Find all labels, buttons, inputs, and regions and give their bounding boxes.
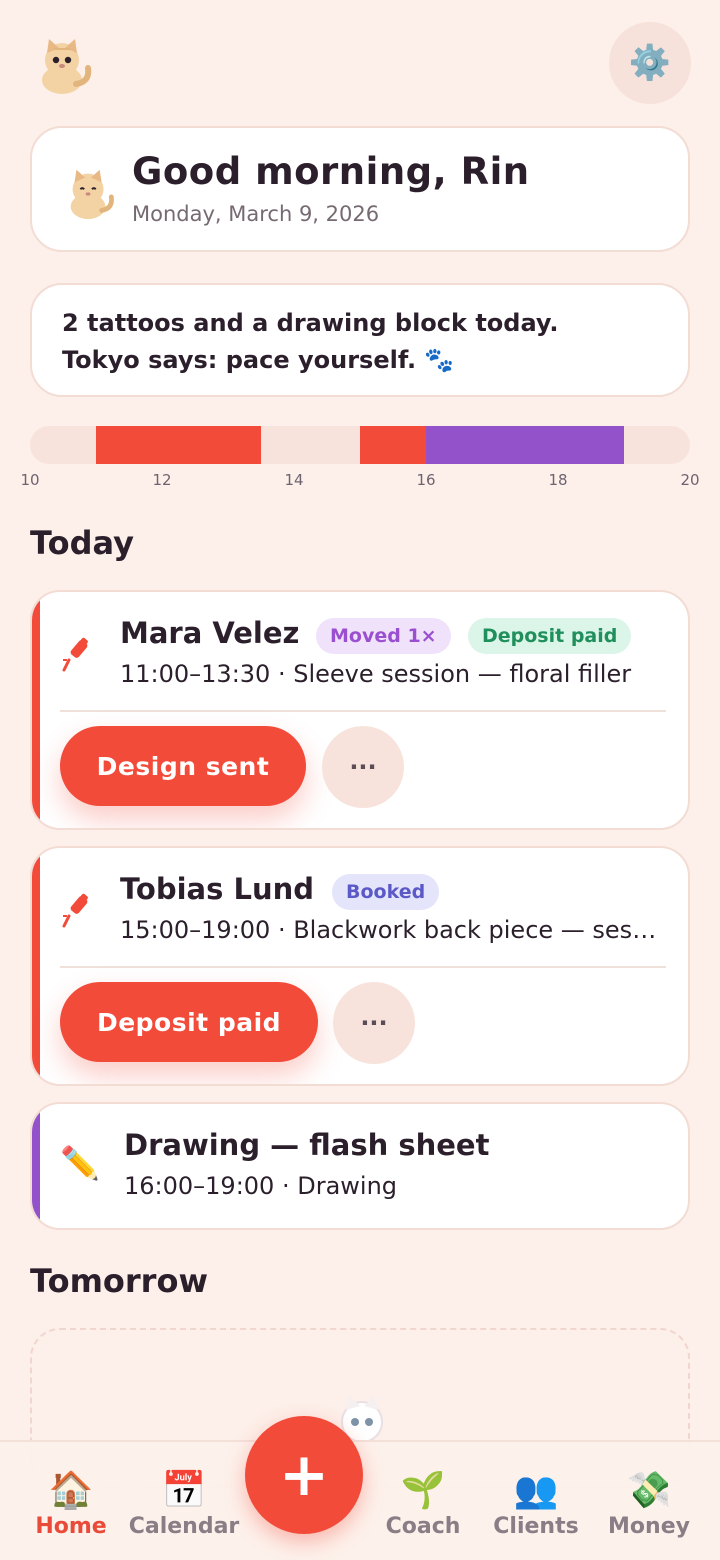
greeting-card: Good morning, Rin Monday, March 9, 2026 xyxy=(30,126,690,252)
block-title: Drawing — flash sheet xyxy=(124,1128,490,1162)
appointment-meta: 16:00–19:00 · Drawing xyxy=(124,1172,398,1200)
timeline-tick-label: 20 xyxy=(680,471,700,489)
status-badge-moved: Moved 1× xyxy=(316,618,451,654)
tattoo-machine-icon xyxy=(60,636,96,682)
greeting-title: Good morning, Rin xyxy=(132,150,530,193)
day-timeline xyxy=(30,426,690,464)
nav-label: Money xyxy=(608,1514,690,1539)
gear-icon: ⚙️ xyxy=(628,43,672,83)
calendar-icon: 📅 xyxy=(161,1470,207,1511)
timeline-tick-label: 16 xyxy=(416,471,436,489)
timeline-tick-label: 14 xyxy=(284,471,304,489)
summary-line-2: Tokyo says: pace yourself. 🐾 xyxy=(62,346,455,374)
appointment-card[interactable]: Mara Velez Moved 1× Deposit paid 11:00–1… xyxy=(30,590,690,830)
appointment-meta: 11:00–13:30 · Sleeve session — floral fi… xyxy=(120,660,632,688)
cat-face-icon xyxy=(62,164,118,222)
client-name: Tobias Lund xyxy=(120,872,315,906)
status-badge-booked: Booked xyxy=(332,874,440,910)
seedling-icon: 🌱 xyxy=(400,1470,446,1511)
people-icon: 👥 xyxy=(513,1470,559,1511)
timeline-block xyxy=(426,426,624,464)
greeting-date: Monday, March 9, 2026 xyxy=(132,202,380,226)
timeline-tick-label: 18 xyxy=(548,471,568,489)
appointment-meta: 15:00–19:00 · Blackwork back piece — ses… xyxy=(120,916,658,944)
nav-label: Calendar xyxy=(128,1514,240,1539)
nav-label: Home xyxy=(35,1514,107,1539)
appointment-accent-bar xyxy=(32,848,40,1084)
day-summary-text: 2 tattoos and a drawing block today. Tok… xyxy=(62,305,558,379)
card-divider xyxy=(60,966,666,968)
timeline-tick-label: 12 xyxy=(152,471,172,489)
drawing-block-card[interactable]: ✏️ Drawing — flash sheet 16:00–19:00 · D… xyxy=(30,1102,690,1230)
nav-item-money[interactable]: 💸 Money xyxy=(589,1468,709,1539)
more-options-button[interactable]: ··· xyxy=(322,726,404,808)
house-icon: 🏠 xyxy=(48,1470,94,1511)
section-tomorrow-heading: Tomorrow xyxy=(30,1262,208,1300)
appointment-card[interactable]: Tobias Lund Booked 15:00–19:00 · Blackwo… xyxy=(30,846,690,1086)
status-badge-deposit: Deposit paid xyxy=(468,618,632,654)
client-name: Mara Velez xyxy=(120,616,300,650)
appointment-accent-bar xyxy=(32,1104,40,1228)
settings-button[interactable]: ⚙️ xyxy=(609,22,691,104)
nav-label: Clients xyxy=(493,1514,579,1539)
timeline-tick-label: 10 xyxy=(20,471,40,489)
nav-item-clients[interactable]: 👥 Clients xyxy=(476,1468,596,1539)
add-button[interactable]: + xyxy=(245,1416,363,1534)
cat-logo-icon xyxy=(36,36,92,96)
section-today-heading: Today xyxy=(30,524,134,562)
tattoo-machine-icon xyxy=(60,892,96,938)
timeline-block xyxy=(360,426,426,464)
day-summary-card: 2 tattoos and a drawing block today. Tok… xyxy=(30,283,690,397)
pencil-icon: ✏️ xyxy=(60,1144,100,1182)
design-sent-button[interactable]: Design sent xyxy=(60,726,306,806)
money-icon: 💸 xyxy=(626,1470,672,1511)
card-divider xyxy=(60,710,666,712)
nav-item-coach[interactable]: 🌱 Coach xyxy=(363,1468,483,1539)
nav-item-home[interactable]: 🏠 Home xyxy=(11,1468,131,1539)
deposit-paid-button[interactable]: Deposit paid xyxy=(60,982,318,1062)
timeline-block xyxy=(96,426,261,464)
summary-line-1: 2 tattoos and a drawing block today. xyxy=(62,309,559,337)
more-options-button[interactable]: ··· xyxy=(333,982,415,1064)
nav-label: Coach xyxy=(385,1514,461,1539)
appointment-accent-bar xyxy=(32,592,40,828)
nav-item-calendar[interactable]: 📅 Calendar xyxy=(124,1468,244,1539)
